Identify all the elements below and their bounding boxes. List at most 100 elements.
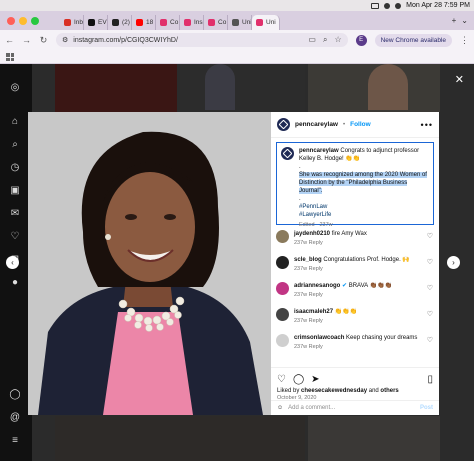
comment-meta[interactable]: 237w Reply xyxy=(294,291,424,299)
comment-username[interactable]: scle_blog xyxy=(294,257,322,263)
share-icon[interactable]: ➤ xyxy=(311,374,319,385)
caption-username[interactable]: penncareylaw xyxy=(299,148,339,154)
tab-label: Ins xyxy=(194,18,203,26)
browser-tab[interactable]: Co xyxy=(204,14,228,30)
browser-tab[interactable]: Ins xyxy=(180,14,204,30)
comment-username[interactable]: crimsonlawcoach xyxy=(294,335,344,341)
comment-like-icon[interactable]: ♡ xyxy=(427,310,433,318)
caption-avatar[interactable] xyxy=(281,147,294,160)
hashtag-lawyerlife[interactable]: #LawyerLife xyxy=(299,212,331,218)
commenter-avatar[interactable] xyxy=(276,230,289,243)
tab-favicon-icon xyxy=(184,18,191,26)
comment-like-icon[interactable]: ♡ xyxy=(427,258,433,266)
browser-tab[interactable]: 18 i xyxy=(132,14,156,30)
profile-icon[interactable]: ● xyxy=(9,277,21,289)
comment-meta[interactable]: 237w Reply xyxy=(294,239,424,247)
browser-tab[interactable]: Uni xyxy=(228,14,252,30)
search-icon[interactable]: ⌕ xyxy=(9,139,21,151)
likes-others[interactable]: others xyxy=(380,388,398,394)
forward-icon[interactable]: → xyxy=(22,35,31,45)
save-icon[interactable]: ▯ xyxy=(427,374,433,385)
comment-meta[interactable]: 237w Reply xyxy=(294,265,424,273)
reels-icon[interactable]: ▣ xyxy=(9,185,21,197)
browser-tab[interactable]: Co xyxy=(156,14,180,30)
tab-favicon-icon xyxy=(64,18,71,26)
close-modal-icon[interactable]: ✕ xyxy=(455,73,464,86)
commenter-avatar[interactable] xyxy=(276,256,289,269)
minimize-window-button[interactable] xyxy=(19,16,27,25)
home-icon[interactable]: ⌂ xyxy=(9,116,21,128)
threads-at-icon[interactable]: @ xyxy=(9,412,21,424)
comment-meta[interactable]: 237w Reply xyxy=(294,317,424,325)
background-post-tile xyxy=(180,64,305,112)
post-username[interactable]: penncareylaw xyxy=(295,121,338,128)
profile-avatar[interactable]: E xyxy=(355,34,367,46)
comment-item: jaydenh0210 fire Amy Wax 237w Reply ♡ xyxy=(276,230,436,247)
reload-icon[interactable]: ↻ xyxy=(39,35,48,46)
bookmark-star-icon[interactable]: ☆ xyxy=(334,35,341,45)
comment-like-icon[interactable]: ♡ xyxy=(427,232,433,240)
likes-user[interactable]: cheesecakewednesday xyxy=(301,388,367,394)
cast-icon[interactable]: ▭ xyxy=(308,35,316,45)
new-tab-icon[interactable]: + xyxy=(452,16,457,25)
comment-text: Keep chasing your dreams xyxy=(346,335,418,341)
comment-username[interactable]: isaacmaleh27 xyxy=(294,309,333,315)
follow-button[interactable]: Follow xyxy=(350,121,371,128)
comment-like-icon[interactable]: ♡ xyxy=(427,284,433,292)
comment-username[interactable]: jaydenh0210 xyxy=(294,231,330,237)
post-image[interactable] xyxy=(28,112,271,415)
commenter-avatar[interactable] xyxy=(276,334,289,347)
add-comment-input[interactable]: Add a comment... xyxy=(288,405,335,411)
like-icon[interactable]: ♡ xyxy=(277,374,286,385)
hashtag-pennlaw[interactable]: #PennLaw xyxy=(299,204,327,210)
browser-tab[interactable]: Uni xyxy=(252,14,280,30)
post-comment-button[interactable]: Post xyxy=(420,405,433,411)
next-post-arrow[interactable]: › xyxy=(447,256,460,269)
zoom-icon[interactable]: ⌕ xyxy=(323,35,327,45)
instagram-logo-icon[interactable]: ◎ xyxy=(9,82,21,94)
menubar-clock[interactable]: Mon Apr 28 7:59 PM xyxy=(406,2,470,9)
screen-icon[interactable] xyxy=(371,2,380,9)
previous-post-arrow[interactable]: ‹ xyxy=(6,256,19,269)
bookmarks-bar xyxy=(0,50,474,64)
tab-label: Co xyxy=(170,18,179,26)
tab-search-icon[interactable]: ⌄ xyxy=(461,16,468,25)
instagram-page: ◎ ⌂ ⌕ ◷ ▣ ✉ ♡ ⊞ ● ◯ @ ≡ ✕ xyxy=(0,64,474,461)
more-menu-icon[interactable]: ≡ xyxy=(9,435,21,447)
comment-username[interactable]: adriannesanogo xyxy=(294,283,340,289)
browser-tab[interactable]: (2) xyxy=(108,14,132,30)
commenter-avatar[interactable] xyxy=(276,308,289,321)
notifications-icon[interactable]: ♡ xyxy=(9,231,21,243)
back-icon[interactable]: ← xyxy=(5,35,14,45)
caption-selection[interactable]: penncareylaw Congrats to adjunct profess… xyxy=(276,142,434,228)
new-chrome-available-button[interactable]: New Chrome available xyxy=(374,33,452,47)
tab-favicon-icon xyxy=(160,18,167,26)
address-bar[interactable]: ⚙ instagram.com/p/CGIQ3CWIYhD/ ▭ ⌕ ☆ xyxy=(56,33,348,47)
browser-tab[interactable]: Inb xyxy=(60,14,84,30)
more-options-icon[interactable]: ••• xyxy=(421,120,433,130)
close-window-button[interactable] xyxy=(7,16,15,25)
browser-tab[interactable]: EVI xyxy=(84,14,108,30)
comment-meta[interactable]: 237w Reply xyxy=(294,343,424,351)
comment-list: jaydenh0210 fire Amy Wax 237w Reply ♡ scle_… xyxy=(276,230,436,360)
commenter-avatar[interactable] xyxy=(276,282,289,295)
url-text[interactable]: instagram.com/p/CGIQ3CWIYhD/ xyxy=(73,37,178,44)
siri-icon[interactable] xyxy=(395,2,402,9)
comment-text: Congratulations Prof. Hodge. 🙌 xyxy=(323,257,410,263)
emoji-icon[interactable]: ☺ xyxy=(277,405,283,411)
caption-edited-meta: Edited · 237w xyxy=(299,222,333,228)
account-avatar[interactable] xyxy=(277,118,290,131)
messages-icon[interactable]: ✉ xyxy=(9,208,21,220)
comment-like-icon[interactable]: ♡ xyxy=(427,336,433,344)
chrome-menu-icon[interactable]: ⋮ xyxy=(460,35,469,46)
apps-grid-icon[interactable] xyxy=(6,53,14,61)
verified-badge-icon: ✔ xyxy=(342,283,348,289)
control-center-icon[interactable] xyxy=(384,2,391,9)
threads-icon[interactable]: ◯ xyxy=(9,389,21,401)
comment-icon[interactable]: ◯ xyxy=(293,374,304,385)
portrait-photo xyxy=(28,112,271,415)
zoom-window-button[interactable] xyxy=(31,16,39,25)
explore-icon[interactable]: ◷ xyxy=(9,162,21,174)
add-comment-bar: ☺ Add a comment... Post xyxy=(271,400,439,415)
site-info-icon[interactable]: ⚙ xyxy=(62,36,68,44)
